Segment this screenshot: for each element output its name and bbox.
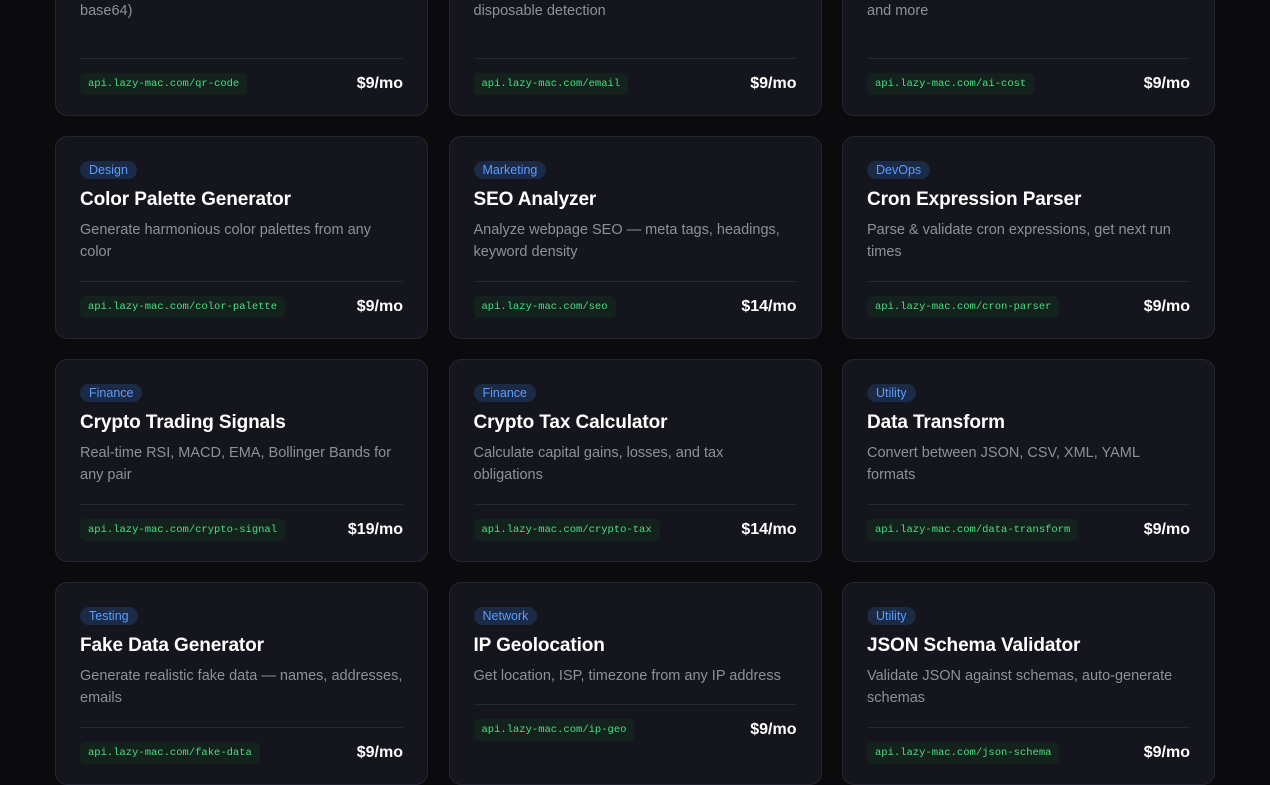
category-tag: Testing [80, 607, 138, 625]
card-title: Cron Expression Parser [867, 189, 1082, 210]
category-tag: DevOps [867, 161, 931, 179]
card-footer: api.lazy-mac.com/data-transform $9/mo [867, 517, 1190, 543]
endpoint-url[interactable]: api.lazy-mac.com/ip-geo [473, 719, 635, 741]
api-card-data-transform[interactable]: Utility Data Transform Convert between J… [842, 359, 1215, 562]
card-footer: api.lazy-mac.com/crypto-signal $19/mo [80, 517, 403, 543]
endpoint-url[interactable]: api.lazy-mac.com/qr-code [80, 73, 248, 95]
price-label: $9/mo [1143, 298, 1190, 315]
api-card-cron-parser[interactable]: DevOps Cron Expression Parser Parse & va… [842, 136, 1215, 339]
endpoint-url[interactable]: api.lazy-mac.com/json-schema [867, 742, 1060, 764]
price-label: $14/mo [741, 521, 797, 538]
card-divider [473, 504, 797, 505]
price-label: $9/mo [356, 298, 403, 315]
price-label: $9/mo [1143, 521, 1190, 538]
api-card-json-schema[interactable]: Utility JSON Schema Validator Validate J… [842, 582, 1215, 785]
api-card-fake-data[interactable]: Testing Fake Data Generator Generate rea… [55, 582, 428, 785]
api-card-email[interactable]: Validate email addresses — syntax, MX, d… [448, 0, 822, 116]
api-card-color-palette[interactable]: Design Color Palette Generator Generate … [55, 136, 428, 339]
card-footer: api.lazy-mac.com/ip-geo $9/mo [473, 717, 797, 743]
card-description: Validate email addresses — syntax, MX, d… [473, 3, 606, 19]
card-footer: api.lazy-mac.com/json-schema $9/mo [867, 740, 1190, 766]
card-description: Calculate capital gains, losses, and tax… [473, 445, 724, 483]
category-tag: Utility [867, 607, 916, 625]
card-title: IP Geolocation [473, 635, 605, 656]
price-label: $14/mo [741, 298, 797, 315]
card-divider [80, 727, 403, 728]
card-divider [473, 58, 797, 59]
endpoint-url[interactable]: api.lazy-mac.com/ai-cost [867, 73, 1035, 95]
card-divider [80, 281, 403, 282]
card-footer: api.lazy-mac.com/crypto-tax $14/mo [473, 517, 797, 543]
card-divider [867, 58, 1190, 59]
price-label: $9/mo [356, 744, 403, 761]
category-tag: Design [80, 161, 137, 179]
category-tag: Finance [473, 384, 536, 402]
card-description: Real-time RSI, MACD, EMA, Bollinger Band… [80, 445, 392, 483]
card-title: Color Palette Generator [80, 189, 291, 210]
card-divider [867, 727, 1190, 728]
card-description: Calculate token costs for GPT-4, Claude,… [867, 3, 929, 19]
category-tag: Utility [867, 384, 916, 402]
api-card-crypto-tax[interactable]: Finance Crypto Tax Calculator Calculate … [448, 359, 822, 562]
endpoint-url[interactable]: api.lazy-mac.com/email [473, 73, 629, 95]
api-card-ip-geo[interactable]: Network IP Geolocation Get location, ISP… [448, 582, 822, 785]
api-card-ai-cost[interactable]: Calculate token costs for GPT-4, Claude,… [842, 0, 1215, 116]
card-title: Fake Data Generator [80, 635, 264, 656]
card-title: JSON Schema Validator [867, 635, 1081, 656]
card-footer: api.lazy-mac.com/seo $14/mo [473, 294, 797, 320]
endpoint-url[interactable]: api.lazy-mac.com/crypto-tax [473, 519, 660, 541]
card-title: Crypto Tax Calculator [473, 412, 668, 433]
api-card-seo-analyzer[interactable]: Marketing SEO Analyzer Analyze webpage S… [448, 136, 822, 339]
card-description: Generate realistic fake data — names, ad… [80, 668, 403, 706]
card-description: Validate JSON against schemas, auto-gene… [867, 668, 1173, 706]
price-label: $9/mo [750, 75, 797, 92]
endpoint-url[interactable]: api.lazy-mac.com/color-palette [80, 296, 286, 318]
card-title: Crypto Trading Signals [80, 412, 286, 433]
category-tag: Marketing [473, 161, 547, 179]
endpoint-url[interactable]: api.lazy-mac.com/cron-parser [867, 296, 1060, 318]
card-footer: api.lazy-mac.com/fake-data $9/mo [80, 740, 403, 766]
card-footer: api.lazy-mac.com/ai-cost $9/mo [867, 71, 1190, 97]
endpoint-url[interactable]: api.lazy-mac.com/fake-data [80, 742, 260, 764]
card-footer: api.lazy-mac.com/cron-parser $9/mo [867, 294, 1190, 320]
card-divider [80, 504, 403, 505]
card-description: Convert between JSON, CSV, XML, YAML for… [867, 445, 1140, 483]
endpoint-url[interactable]: api.lazy-mac.com/seo [473, 296, 616, 318]
card-divider [867, 504, 1190, 505]
card-description: Generate harmonious color palettes from … [80, 222, 371, 260]
card-divider [473, 281, 797, 282]
api-card-grid: Generate customizable QR codes (PNG, SVG… [55, 0, 1215, 785]
card-divider [473, 704, 797, 705]
card-title: Data Transform [867, 412, 1005, 433]
endpoint-url[interactable]: api.lazy-mac.com/data-transform [867, 519, 1079, 541]
card-footer: api.lazy-mac.com/color-palette $9/mo [80, 294, 403, 320]
price-label: $9/mo [750, 721, 797, 738]
price-label: $19/mo [347, 521, 403, 538]
card-description: Analyze webpage SEO — meta tags, heading… [473, 222, 780, 260]
price-label: $9/mo [356, 75, 403, 92]
endpoint-url[interactable]: api.lazy-mac.com/crypto-signal [80, 519, 286, 541]
card-description: Parse & validate cron expressions, get n… [867, 222, 1171, 260]
card-divider [867, 281, 1190, 282]
card-description: Generate customizable QR codes (PNG, SVG… [80, 3, 133, 19]
card-footer: api.lazy-mac.com/qr-code $9/mo [80, 71, 403, 97]
card-title: SEO Analyzer [473, 189, 597, 210]
api-card-qr-code[interactable]: Generate customizable QR codes (PNG, SVG… [55, 0, 428, 116]
card-divider [80, 58, 403, 59]
card-footer: api.lazy-mac.com/email $9/mo [473, 71, 797, 97]
price-label: $9/mo [1143, 75, 1190, 92]
price-label: $9/mo [1143, 744, 1190, 761]
category-tag: Finance [80, 384, 143, 402]
api-card-crypto-signal[interactable]: Finance Crypto Trading Signals Real-time… [55, 359, 428, 562]
card-description: Get location, ISP, timezone from any IP … [473, 668, 781, 684]
category-tag: Network [473, 607, 538, 625]
